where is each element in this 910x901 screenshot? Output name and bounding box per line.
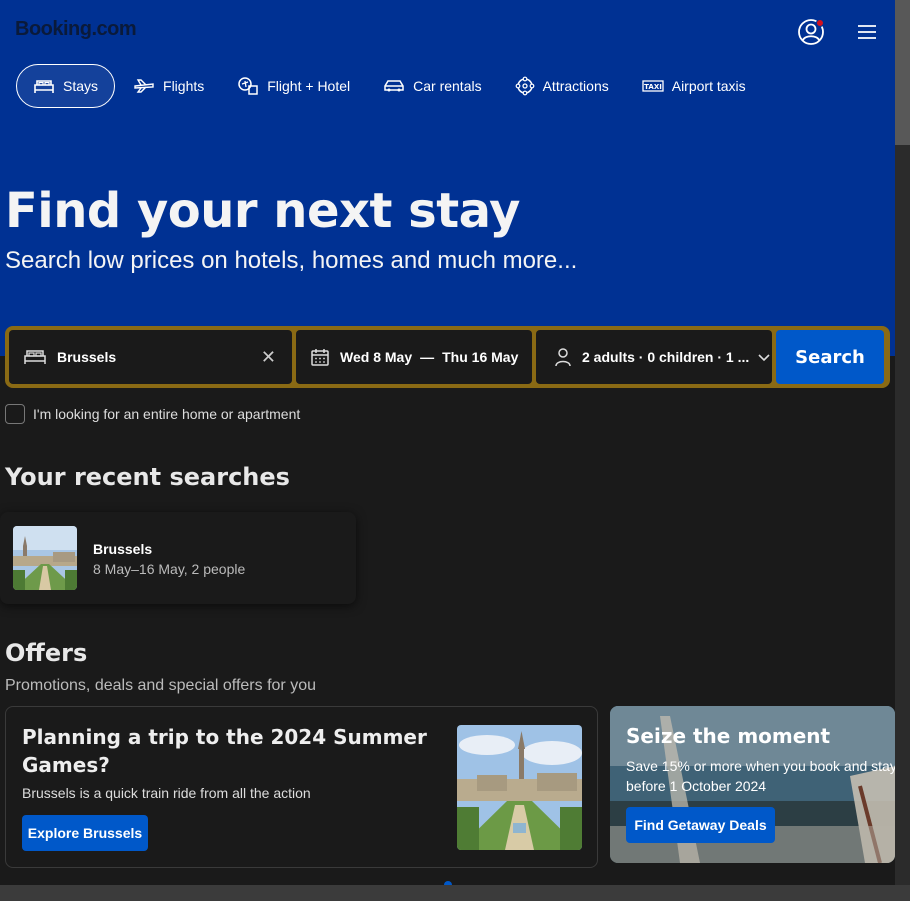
recent-search-city: Brussels — [93, 541, 153, 557]
offer-card-image — [457, 725, 582, 850]
offer-card-summer-games[interactable]: Planning a trip to the 2024 Summer Games… — [5, 706, 598, 868]
guests-field[interactable]: 2 adults · 0 children · 1 ... — [536, 330, 772, 384]
offers-title: Offers — [5, 639, 88, 667]
flight-hotel-icon — [238, 77, 258, 95]
entire-home-label: I'm looking for an entire home or apartm… — [33, 406, 301, 422]
svg-text:TAXI: TAXI — [644, 83, 662, 91]
horizontal-scrollbar[interactable] — [0, 885, 910, 901]
attractions-icon — [515, 76, 534, 96]
destination-value: Brussels — [57, 349, 117, 365]
search-bar: Brussels ✕ Wed 8 May — Thu 16 May 2 adul… — [5, 326, 890, 388]
hero-title: Find your next stay — [5, 183, 520, 239]
clear-destination-icon[interactable]: ✕ — [261, 347, 276, 368]
nav-flights[interactable]: Flights — [118, 64, 219, 108]
calendar-icon — [311, 349, 329, 366]
scrollbar-thumb[interactable] — [895, 0, 910, 145]
offer-card-title: Planning a trip to the 2024 Summer Games… — [22, 725, 427, 777]
checkin-date: Wed 8 May — [340, 349, 413, 365]
header: Booking.com Stays Flights Flight + Hotel… — [0, 0, 895, 356]
entire-home-option[interactable]: I'm looking for an entire home or apartm… — [5, 404, 300, 424]
offer-card-text: Brussels is a quick train ride from all … — [22, 785, 311, 801]
chevron-down-icon — [758, 354, 770, 362]
date-range-field[interactable]: Wed 8 May — Thu 16 May — [296, 330, 532, 384]
nav-flight-hotel[interactable]: Flight + Hotel — [222, 64, 365, 108]
date-separator: — — [420, 349, 435, 365]
brussels-photo — [13, 526, 77, 590]
brussels-photo — [457, 725, 582, 850]
nav-stays[interactable]: Stays — [16, 64, 116, 108]
hero-subtitle: Search low prices on hotels, homes and m… — [5, 247, 578, 274]
search-button[interactable]: Search — [776, 330, 884, 384]
offer-card-getaway[interactable]: Seize the moment Save 15% or more when y… — [610, 706, 895, 863]
nav-stays-label: Stays — [63, 78, 99, 94]
entire-home-checkbox[interactable] — [5, 404, 25, 424]
guests-value: 2 adults · 0 children · 1 ... — [582, 349, 750, 365]
bed-icon — [24, 350, 46, 364]
recent-search-thumbnail — [13, 526, 77, 590]
nav-car-rentals[interactable]: Car rentals — [368, 64, 496, 108]
nav-attractions-label: Attractions — [542, 78, 609, 94]
notification-dot — [816, 19, 824, 27]
bed-icon — [34, 80, 54, 93]
car-icon — [384, 80, 404, 92]
plane-icon — [134, 79, 154, 93]
offer-card-text: Save 15% or more when you book and stay … — [626, 758, 895, 794]
nav-airport-taxis[interactable]: TAXI Airport taxis — [627, 64, 761, 108]
destination-field[interactable]: Brussels ✕ — [9, 330, 292, 384]
person-icon — [555, 348, 571, 367]
offers-subtitle: Promotions, deals and special offers for… — [5, 677, 316, 694]
nav-car-rentals-label: Car rentals — [413, 78, 482, 94]
nav-airport-taxis-label: Airport taxis — [671, 78, 746, 94]
logo[interactable]: Booking.com — [15, 18, 137, 41]
recent-search-card[interactable]: Brussels 8 May–16 May, 2 people — [0, 512, 356, 604]
recent-searches-title: Your recent searches — [5, 463, 290, 491]
nav-attractions[interactable]: Attractions — [500, 64, 624, 108]
nav-flight-hotel-label: Flight + Hotel — [267, 78, 351, 94]
nav-flights-label: Flights — [163, 78, 205, 94]
recent-search-details: 8 May–16 May, 2 people — [93, 561, 246, 577]
checkout-date: Thu 16 May — [442, 349, 519, 365]
product-nav: Stays Flights Flight + Hotel Car rentals — [16, 64, 764, 108]
explore-brussels-button[interactable]: Explore Brussels — [22, 815, 148, 851]
hamburger-menu-icon[interactable] — [855, 22, 879, 42]
find-getaway-deals-button[interactable]: Find Getaway Deals — [626, 807, 775, 843]
offer-card-title: Seize the moment — [626, 724, 831, 748]
taxi-icon: TAXI — [642, 80, 664, 92]
